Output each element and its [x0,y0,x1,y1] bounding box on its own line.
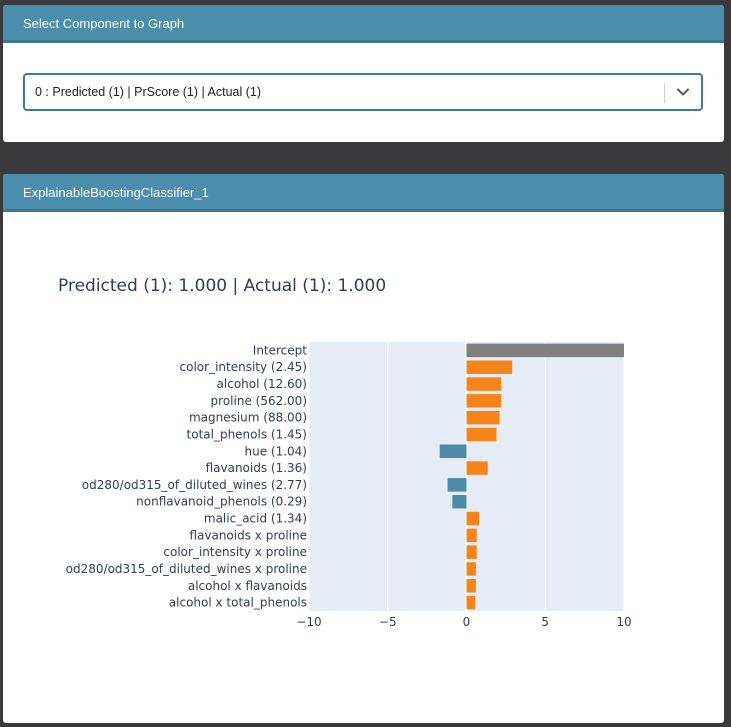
y-tick-label: hue (1.04) [245,444,308,458]
bar[interactable] [466,595,476,610]
x-tick-label: 0 [463,615,471,629]
bar[interactable] [466,410,500,425]
bar[interactable] [466,579,476,593]
selector-panel: Select Component to Graph 0 : Predicted … [3,5,724,142]
y-tick-label: flavanoids (1.36) [206,461,307,475]
chevron-down-icon[interactable] [675,84,691,100]
chart-title: Predicted (1): 1.000 | Actual (1): 1.000 [58,276,386,296]
y-tick-label: magnesium (88.00) [189,411,307,425]
y-tick-label: alcohol x total_phenols [169,596,307,610]
bar[interactable] [466,394,502,408]
bar[interactable] [466,562,476,576]
bar[interactable] [439,444,467,459]
selector-panel-header: Select Component to Graph [3,5,724,43]
y-tick-label: flavanoids x proline [189,528,307,542]
bar[interactable] [466,545,477,559]
component-select-value: 0 : Predicted (1) | PrScore (1) | Actual… [35,85,262,99]
y-tick-label: total_phenols (1.45) [187,427,307,441]
bar[interactable] [466,461,488,475]
bar[interactable] [466,528,477,543]
y-tick-label: malic_acid (1.34) [204,512,307,526]
y-tick-label: color_intensity (2.45) [180,360,307,374]
bar[interactable] [466,511,480,526]
bar[interactable] [447,478,467,492]
bar[interactable] [466,343,625,358]
component-select[interactable]: 0 : Predicted (1) | PrScore (1) | Actual… [23,73,703,111]
x-tick-label: −5 [379,615,397,629]
bar[interactable] [452,494,467,509]
bar[interactable] [466,427,497,442]
feature-importance-chart: Predicted (1): 1.000 | Actual (1): 1.000… [58,276,632,629]
y-tick-label: Intercept [253,343,308,357]
x-tick-label: 10 [616,615,631,629]
y-tick-label: alcohol (12.60) [217,377,307,391]
chart-panel: ExplainableBoostingClassifier_1 Predicte… [3,174,724,723]
y-tick-label: proline (562.00) [211,394,307,408]
x-tick-label: −10 [296,615,321,629]
bar[interactable] [466,377,502,391]
y-tick-label: color_intensity x proline [163,545,307,559]
y-tick-label: od280/od315_of_diluted_wines (2.77) [82,478,307,492]
x-tick-label: 5 [541,615,549,629]
y-tick-label: alcohol x flavanoids [188,579,307,593]
y-tick-label: nonflavanoid_phenols (0.29) [136,495,307,509]
y-tick-label: od280/od315_of_diluted_wines x proline [66,562,307,576]
select-divider [664,83,665,103]
bar[interactable] [466,360,513,374]
